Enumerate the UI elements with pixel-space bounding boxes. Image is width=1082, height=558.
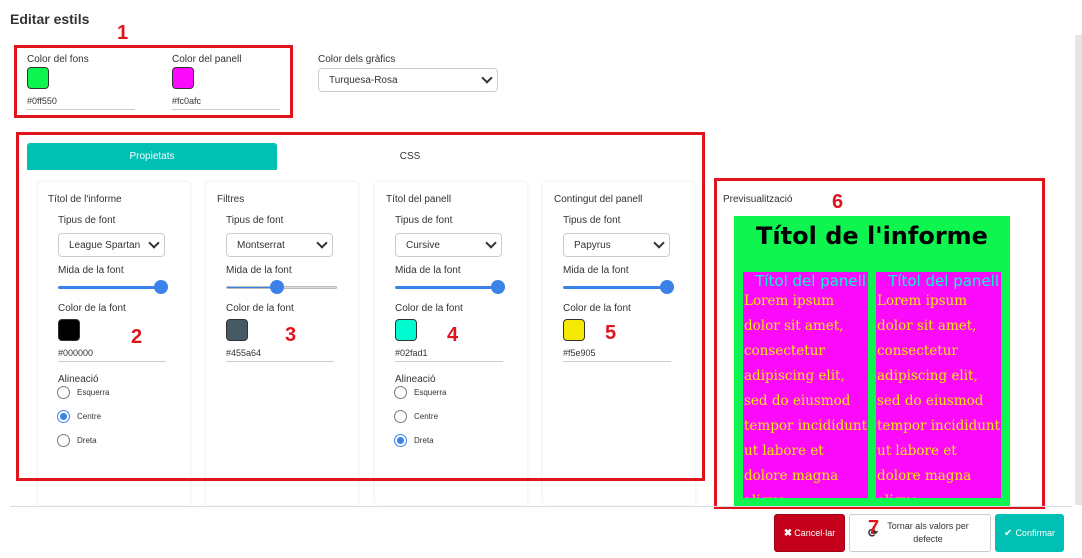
annotation-number-3: 3 bbox=[285, 324, 297, 346]
annotation-box-properties bbox=[16, 132, 705, 481]
page-title: Editar estils bbox=[10, 11, 90, 27]
annotation-box-1 bbox=[14, 45, 293, 118]
grafics-color-value: Turquesa-Rosa bbox=[329, 74, 398, 86]
reset-defaults-label: Tornar als valors per defecte bbox=[887, 521, 969, 544]
grafics-color-select[interactable]: Turquesa-Rosa bbox=[318, 68, 498, 92]
annotation-number-4: 4 bbox=[447, 324, 459, 346]
scrollbar[interactable] bbox=[1075, 35, 1082, 505]
cancel-button[interactable]: ✖ Cancel·lar bbox=[774, 514, 845, 552]
grafics-color-label: Color dels gràfics bbox=[318, 54, 396, 65]
confirm-button-label: Confirmar bbox=[1015, 528, 1055, 538]
annotation-number-7: 7 bbox=[868, 517, 880, 539]
check-icon: ✔ bbox=[1004, 527, 1013, 539]
footer-divider bbox=[10, 506, 1072, 507]
annotation-number-5: 5 bbox=[605, 322, 617, 344]
annotation-number-2: 2 bbox=[131, 326, 143, 348]
chevron-down-icon bbox=[481, 72, 493, 84]
annotation-number-1: 1 bbox=[117, 22, 129, 44]
annotation-box-preview bbox=[714, 178, 1045, 509]
cancel-button-label: Cancel·lar bbox=[794, 528, 836, 538]
confirm-button[interactable]: ✔ Confirmar bbox=[995, 514, 1064, 552]
x-icon: ✖ bbox=[783, 527, 793, 539]
